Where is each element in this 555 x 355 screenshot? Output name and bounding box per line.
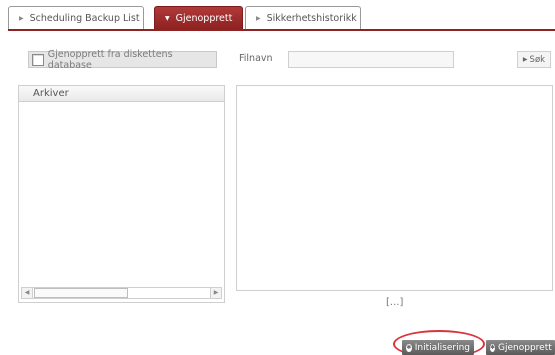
restore-button[interactable]: ✱ Gjenopprett [486,340,555,355]
restore-from-disk-label: Gjenopprett fra diskettens database [47,48,173,71]
filename-label: Filnavn [239,53,273,64]
scroll-left-icon[interactable]: ◀ [22,288,33,298]
tab-label: Scheduling Backup List [29,13,140,24]
restore-from-disk-checkbox[interactable] [32,53,44,66]
initialize-button[interactable]: ✱ Initialisering [402,340,474,355]
search-button-label: Søk [529,54,546,65]
tab-scheduling-backup-list[interactable]: ▶ Scheduling Backup List [8,6,144,30]
search-button[interactable]: ▶ Søk [517,51,551,68]
filename-input[interactable] [288,51,454,68]
tab-underline [8,29,555,31]
tab-label: Gjenopprett [175,13,233,24]
tab-gjenopprett[interactable]: ▼ Gjenopprett [154,6,243,30]
gear-icon: ✱ [490,343,496,352]
scroll-right-icon[interactable]: ▶ [210,288,221,298]
gear-icon: ✱ [406,343,412,352]
restore-button-label: Gjenopprett [498,342,552,353]
chevron-right-icon: ▶ [256,15,261,22]
archive-panel-header: Arkiver [19,86,224,102]
initialize-button-label: Initialisering [414,342,470,353]
content-panel [236,85,553,291]
scrollbar-thumb[interactable] [34,288,128,298]
archive-panel: Arkiver ◀ ▶ [18,85,225,303]
chevron-right-icon: ▶ [19,15,24,22]
restore-from-disk-button[interactable]: Gjenopprett fra diskettens database [28,48,217,71]
chevron-down-icon: ▼ [165,15,170,22]
content-ellipsis: [...] [386,297,404,308]
chevron-right-icon: ▶ [522,56,528,63]
horizontal-scrollbar[interactable]: ◀ ▶ [21,287,222,299]
tab-label: Sikkerhetshistorikk [266,13,357,24]
tab-sikkerhetshistorikk[interactable]: ▶ Sikkerhetshistorikk [245,6,361,30]
